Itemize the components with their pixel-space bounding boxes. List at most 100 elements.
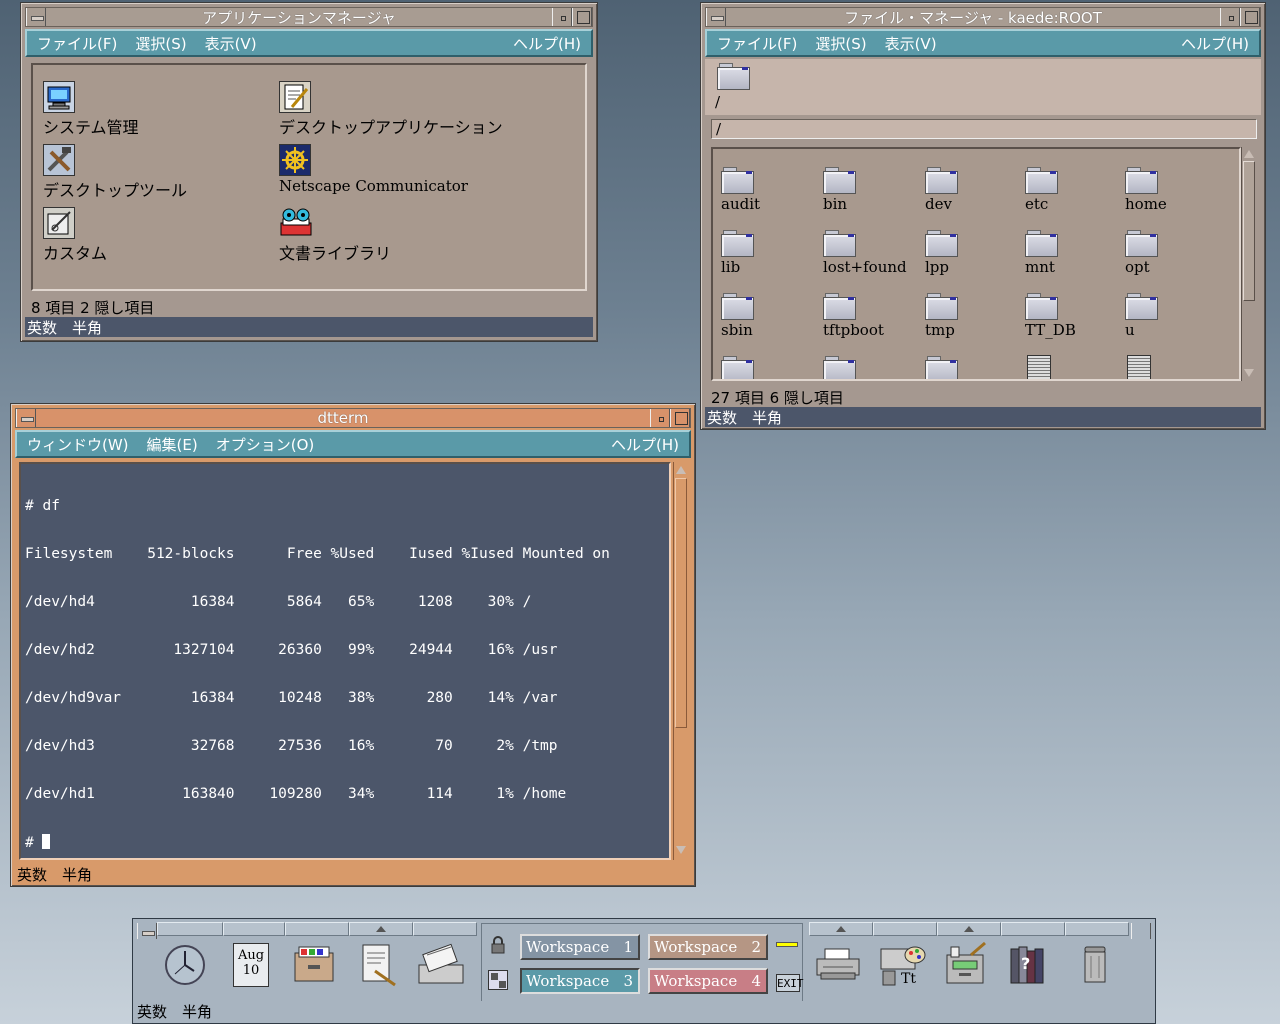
workspace-4-button[interactable]: Workspace 4 [648,968,768,994]
app-group-desktop-tools[interactable]: デスクトップツール [43,144,187,201]
file-partial[interactable] [1127,355,1217,379]
folder-lost-found[interactable]: lost+found [823,230,913,276]
folder-tftpboot[interactable]: tftpboot [823,293,913,339]
root-folder-icon[interactable] [717,63,750,90]
help-books-icon: ? [1010,946,1044,984]
subpanel-tab[interactable] [223,922,285,936]
path-field[interactable]: / [711,119,1257,139]
svg-text:Tt: Tt [901,971,916,987]
help-manager-launcher[interactable]: ? [1005,941,1065,999]
printer-launcher[interactable] [813,941,873,999]
calendar-month: Aug [237,948,265,963]
calendar[interactable]: Aug 10 [227,941,287,999]
menu-select[interactable]: 選択(S) [135,33,186,54]
text-editor-launcher[interactable] [355,941,415,999]
folder-opt[interactable]: opt [1125,230,1215,276]
folder-tt-db[interactable]: TT_DB [1025,293,1115,339]
scroll-thumb[interactable] [675,478,687,728]
window-menu-icon[interactable] [26,8,46,26]
folder-partial[interactable] [925,356,1015,379]
scroll-up-icon[interactable] [675,464,687,476]
lock-icon[interactable] [490,936,506,958]
app-manager-window: アプリケーションマネージャ ファイル(F) 選択(S) 表示(V) ヘルプ(H)… [20,2,598,342]
folder-partial[interactable] [721,356,811,379]
terminal-output[interactable]: # df Filesystem 512-blocks Free %Used Iu… [21,464,669,858]
file-list-scrollbar[interactable] [1241,147,1257,381]
folder-sbin[interactable]: sbin [721,293,811,339]
workspace-1-button[interactable]: Workspace 1 [520,934,640,960]
app-group-custom[interactable]: カスタム [43,207,107,264]
app-group-document-library[interactable]: 文書ライブラリ [279,207,391,264]
trash-can[interactable] [1069,941,1129,999]
maximize-icon[interactable] [572,8,592,26]
app-group-desktop-apps[interactable]: デスクトップアプリケーション [279,81,503,138]
exit-button[interactable]: EXIT [776,974,804,992]
subpanel-tab[interactable] [285,922,349,936]
folder-partial[interactable] [823,356,913,379]
folder-mnt[interactable]: mnt [1025,230,1115,276]
folder-audit[interactable]: audit [721,167,811,213]
folder-dev[interactable]: dev [925,167,1015,213]
minimize-icon[interactable] [650,409,670,427]
menu-edit[interactable]: 編集(E) [147,434,198,455]
minimize-icon[interactable] [552,8,572,26]
maximize-icon[interactable] [1240,8,1260,26]
terminal-prompt-line: # [25,834,669,851]
minimize-icon[interactable] [1220,8,1240,26]
mail-launcher[interactable] [417,941,477,999]
subpanel-tab[interactable] [873,922,937,936]
file-partial[interactable] [1027,355,1117,379]
folder-bin[interactable]: bin [823,167,913,213]
folder-lpp[interactable]: lpp [925,230,1015,276]
subpanel-tab[interactable] [157,922,223,936]
workspace-3-button[interactable]: Workspace 3 [520,968,640,994]
folder-home[interactable]: home [1125,167,1215,213]
subpanel-tab[interactable] [413,922,477,936]
style-manager-launcher[interactable]: Tt [877,941,937,999]
subpanel-tab[interactable] [1001,922,1065,936]
menu-view[interactable]: 表示(V) [885,33,937,54]
window-list-icon[interactable] [488,970,508,990]
menu-view[interactable]: 表示(V) [205,33,257,54]
menu-help[interactable]: ヘルプ(H) [1181,33,1249,54]
scroll-thumb[interactable] [1243,161,1255,301]
ime-status: 英数 半角 [15,864,691,884]
folder-lib[interactable]: lib [721,230,811,276]
subpanel-tab[interactable] [349,922,413,936]
window-menu-icon[interactable] [706,8,726,26]
scroll-up-icon[interactable] [1243,148,1255,160]
front-panel-menu-icon[interactable] [137,923,157,939]
file-manager-titlebar[interactable]: ファイル・マネージャ - kaede:ROOT [705,7,1261,27]
window-menu-icon[interactable] [16,409,36,427]
menu-file[interactable]: ファイル(F) [717,33,797,54]
app-group-netscape[interactable]: Netscape Communicator [279,144,468,195]
workspace-2-button[interactable]: Workspace 2 [648,934,768,960]
maximize-icon[interactable] [670,409,690,427]
menu-window[interactable]: ウィンドウ(W) [27,434,129,455]
menu-help[interactable]: ヘルプ(H) [513,33,581,54]
menu-select[interactable]: 選択(S) [815,33,866,54]
home-folder-launcher[interactable] [291,941,351,999]
folder-tmp[interactable]: tmp [925,293,1015,339]
menu-file[interactable]: ファイル(F) [37,33,117,54]
app-manager-titlebar[interactable]: アプリケーションマネージャ [25,7,593,27]
subpanel-tab[interactable] [937,922,1001,936]
app-item-label: デスクトップアプリケーション [279,118,503,137]
app-group-system-admin[interactable]: システム管理 [43,81,139,138]
menu-options[interactable]: オプション(O) [216,434,315,455]
folder-icon [721,167,754,194]
text-file-icon [1027,355,1051,379]
scroll-down-icon[interactable] [1243,367,1255,379]
scroll-down-icon[interactable] [675,844,687,856]
menu-help[interactable]: ヘルプ(H) [611,434,679,455]
folder-etc[interactable]: etc [1025,167,1115,213]
front-panel-minimize-icon[interactable] [1131,923,1151,939]
folder-u[interactable]: u [1125,293,1215,339]
clock[interactable] [161,941,221,999]
dtterm-titlebar[interactable]: dtterm [15,408,691,428]
terminal-scrollbar[interactable] [673,462,689,860]
terminal-line: # df [25,498,60,514]
subpanel-tab[interactable] [809,922,873,936]
subpanel-tab[interactable] [1065,922,1129,936]
app-manager-launcher[interactable] [941,941,1001,999]
